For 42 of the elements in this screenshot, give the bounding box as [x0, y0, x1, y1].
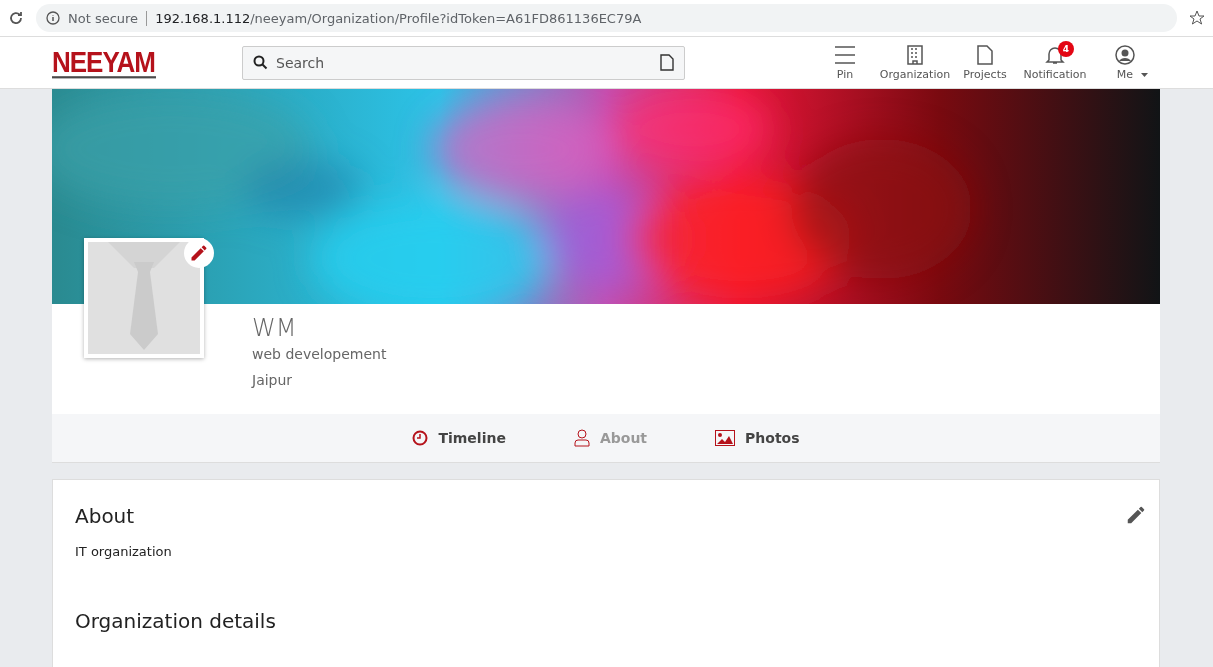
document-icon	[977, 44, 993, 65]
address-bar[interactable]: Not secure 192.168.1.112/neeyam/Organization/Profile?idToken=A61FD861136EC79A	[36, 4, 1177, 32]
bell-icon	[1045, 44, 1065, 65]
reload-icon[interactable]	[8, 10, 24, 26]
star-icon[interactable]	[1189, 10, 1205, 26]
profile-tagline: web developement	[252, 346, 387, 362]
building-icon	[907, 44, 923, 65]
nav-label: Pin	[836, 67, 854, 81]
tab-label: Timeline	[438, 430, 506, 446]
profile-tab[interactable]: Photos	[701, 414, 814, 462]
profile-location: Jaipur	[252, 372, 294, 388]
nav-label: Projects	[963, 67, 1007, 81]
nav-label: Notification	[1023, 67, 1087, 81]
edit-icon[interactable]	[1125, 504, 1147, 526]
caret-icon	[1141, 72, 1148, 77]
url-text: 192.168.1.112/neeyam/Organization/Profile?idToken=A61FD861136EC79A	[155, 10, 642, 26]
image-icon	[715, 430, 736, 446]
logo[interactable]: NEEYAM	[52, 47, 156, 78]
nav-item[interactable]: Projects	[950, 44, 1020, 81]
tab-label: Photos	[745, 430, 800, 446]
nav-label: Organization	[879, 67, 951, 81]
search-field[interactable]: Search	[274, 53, 654, 72]
clock-icon	[412, 430, 429, 446]
security-label: Not secure	[68, 10, 148, 26]
search-icon	[253, 55, 268, 70]
profile-tab[interactable]: Timeline	[398, 414, 520, 462]
user-icon	[1115, 44, 1135, 65]
nav-item[interactable]: Organization	[880, 44, 950, 81]
document-icon[interactable]	[660, 54, 674, 71]
section-title: Organization details	[75, 609, 276, 633]
search-bar[interactable]: Search	[242, 45, 685, 80]
nav-item[interactable]: Me	[1090, 44, 1160, 81]
info-icon	[46, 11, 60, 25]
menu-icon	[834, 44, 856, 65]
profile-name: WM	[252, 314, 298, 342]
user-icon	[573, 429, 590, 447]
tab-label: About	[599, 430, 648, 446]
about-text: IT organization	[75, 544, 173, 559]
section-title: About	[75, 504, 135, 528]
nav-label: Me	[1116, 67, 1134, 81]
nav-item[interactable]: Pin	[810, 44, 880, 81]
notification-badge: 4	[1058, 40, 1074, 57]
